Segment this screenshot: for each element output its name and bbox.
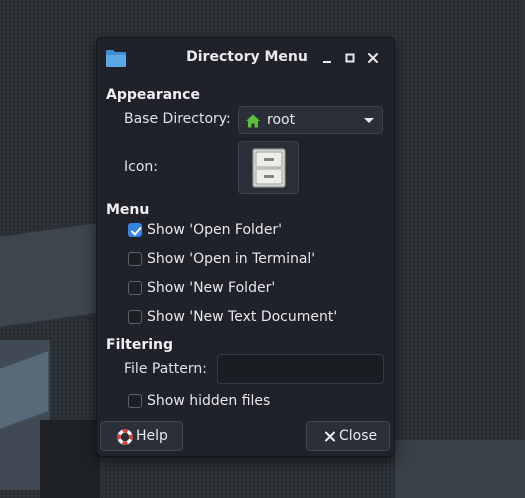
help-button[interactable]: Help (100, 421, 183, 451)
checkbox-label: Show hidden files (147, 393, 271, 409)
section-filtering-heading: Filtering (106, 337, 174, 353)
icon-picker-button[interactable] (238, 141, 299, 194)
base-directory-dropdown[interactable]: root (238, 106, 383, 134)
file-cabinet-icon (252, 148, 286, 188)
lifebuoy-icon (117, 429, 133, 445)
checkbox-label: Show 'Open in Terminal' (147, 251, 316, 267)
checkbox-box[interactable] (128, 281, 142, 295)
maximize-icon[interactable] (342, 50, 358, 66)
checkbox-box[interactable] (128, 394, 142, 408)
folder-icon (106, 50, 126, 67)
checkbox-label: Show 'New Folder' (147, 280, 276, 296)
file-pattern-label: File Pattern: (124, 361, 207, 377)
base-directory-label: Base Directory: (124, 111, 231, 127)
base-directory-value: root (267, 112, 296, 128)
checkbox-box[interactable] (128, 310, 142, 324)
checkmark-icon (131, 227, 142, 236)
checkbox-label: Show 'New Text Document' (147, 309, 338, 325)
checkbox-box[interactable] (128, 223, 142, 237)
title-bar[interactable]: Directory Menu (97, 38, 394, 80)
minimize-icon[interactable] (319, 50, 335, 66)
close-icon[interactable] (365, 50, 381, 66)
checkbox-label: Show 'Open Folder' (147, 222, 283, 238)
home-icon (246, 114, 260, 128)
window-title: Directory Menu (186, 49, 308, 65)
close-button-label: Close (339, 428, 378, 444)
help-button-label: Help (136, 428, 168, 444)
close-icon (325, 431, 335, 442)
close-button[interactable]: Close (306, 421, 390, 451)
section-menu-heading: Menu (106, 202, 150, 218)
chevron-down-icon (364, 118, 374, 123)
file-pattern-input[interactable] (217, 354, 384, 384)
section-appearance-heading: Appearance (106, 87, 200, 103)
icon-label: Icon: (124, 159, 158, 175)
directory-menu-dialog: Directory Menu Appearance Base Directory… (96, 37, 395, 457)
checkbox-box[interactable] (128, 252, 142, 266)
